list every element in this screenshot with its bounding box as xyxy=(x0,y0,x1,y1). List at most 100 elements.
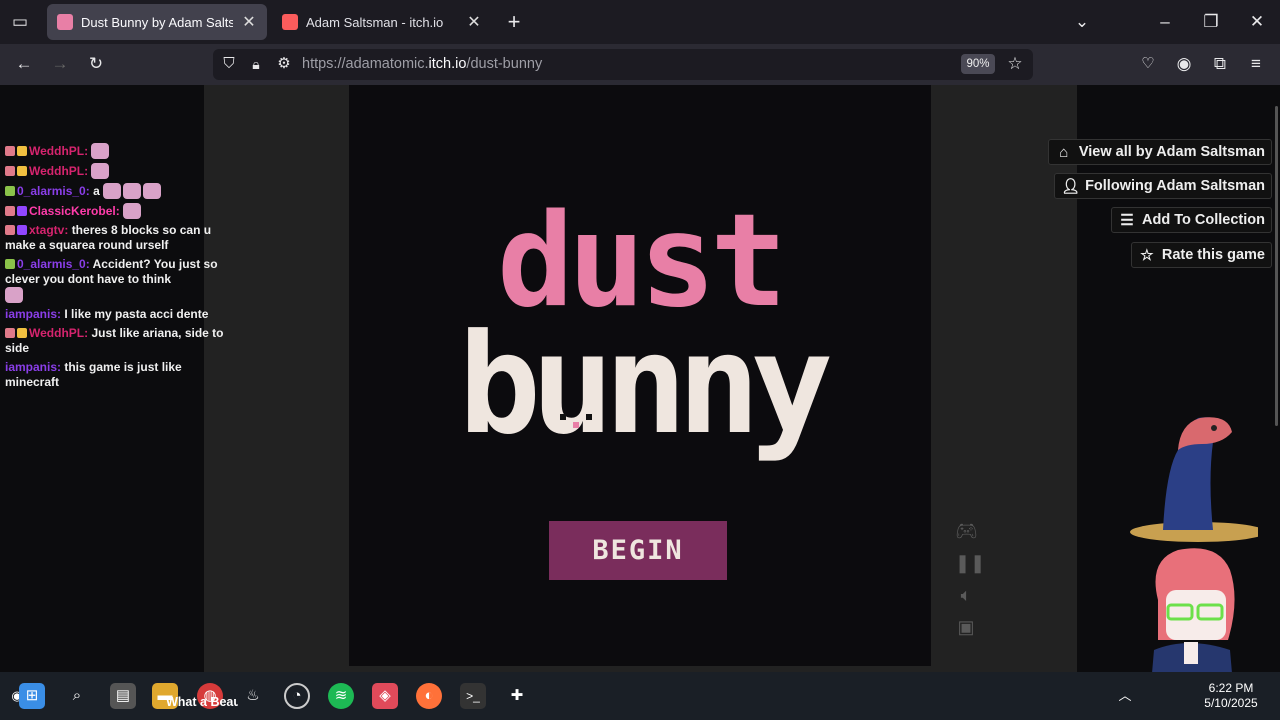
chat-message: 0_alarmis_0: a xyxy=(5,183,225,199)
close-window-icon[interactable]: ✕ xyxy=(1245,10,1269,34)
tray-chevron-up-icon[interactable]: ︿ xyxy=(1112,683,1138,709)
begin-button[interactable]: BEGIN xyxy=(549,521,727,580)
chat-username: 0_alarmis_0: xyxy=(17,257,90,271)
chat-message: WeddhPL: xyxy=(5,163,225,179)
obs-icon[interactable]: ◔ xyxy=(284,683,310,709)
back-icon[interactable]: ← xyxy=(12,52,36,76)
minimize-icon[interactable]: – xyxy=(1153,10,1177,34)
taskbar-window-label[interactable]: What a Beaut xyxy=(166,695,238,709)
start-icon[interactable]: ⊞ xyxy=(19,683,45,709)
chat-overlay: WeddhPL: WeddhPL: 0_alarmis_0: a Classic… xyxy=(5,143,225,394)
close-tab-icon[interactable]: ✕ xyxy=(466,12,482,32)
permissions-icon[interactable]: ⚙ xyxy=(272,52,296,76)
emote-icon xyxy=(5,287,23,303)
following-button[interactable]: 👤︎ Following Adam Saltsman xyxy=(1054,173,1272,199)
badge-icon xyxy=(17,146,27,156)
badge-icon xyxy=(5,225,15,235)
tab-title: Adam Saltsman - itch.io xyxy=(306,14,444,30)
game-title-bunny: bunny xyxy=(458,304,833,465)
url-text[interactable]: https://adamatomic.itch.io/dust-bunny xyxy=(302,56,542,72)
chat-username: ClassicKerobel: xyxy=(29,204,120,218)
chat-message: xtagtv: theres 8 blocks so can u make a … xyxy=(5,223,225,253)
emote-icon xyxy=(103,183,122,199)
add-to-collection-button[interactable]: ☰ Add To Collection xyxy=(1111,207,1272,233)
account-icon[interactable]: ◉ xyxy=(1172,52,1196,76)
chat-username: xtagtv: xyxy=(29,223,69,237)
chat-message: iampanis: this game is just like minecra… xyxy=(5,360,225,390)
url-prefix: https://adamatomic. xyxy=(302,56,429,72)
chat-message: WeddhPL: xyxy=(5,143,225,159)
rate-game-button[interactable]: ☆ Rate this game xyxy=(1130,242,1272,268)
slack-icon[interactable]: ✚ xyxy=(504,683,530,709)
emote-icon xyxy=(143,183,162,199)
tab-manager-icon[interactable]: ▭ xyxy=(8,10,32,34)
badge-icon xyxy=(17,225,27,235)
zoom-level[interactable]: 90% xyxy=(961,54,995,74)
chat-text: a xyxy=(93,184,100,198)
close-tab-icon[interactable]: ✕ xyxy=(241,12,257,32)
extensions-icon[interactable]: ⧉ xyxy=(1208,52,1232,76)
pocket-icon[interactable]: ♡ xyxy=(1136,52,1160,76)
terminal-icon[interactable]: >_ xyxy=(460,683,486,709)
dust-bunny-favicon-icon xyxy=(57,14,73,30)
badge-icon xyxy=(17,166,27,176)
tab-dust-bunny[interactable]: Dust Bunny by Adam Saltsman ✕ xyxy=(47,4,267,40)
clock-time: 6:22 PM xyxy=(1208,681,1254,695)
user-check-icon: 👤︎ xyxy=(1061,178,1081,195)
chat-username: iampanis: xyxy=(5,307,62,321)
badge-icon xyxy=(5,186,15,196)
shield-icon[interactable]: ⛉ xyxy=(217,52,241,76)
steam-icon[interactable]: ♨ xyxy=(240,683,266,709)
badge-icon xyxy=(5,146,15,156)
add-to-collection-label: Add To Collection xyxy=(1142,212,1265,228)
chat-username: 0_alarmis_0: xyxy=(17,184,90,198)
url-path: /dust-bunny xyxy=(466,56,543,72)
list-tabs-chevron-down-icon[interactable]: ⌄ xyxy=(1070,10,1094,34)
chat-text: I like my pasta acci dente xyxy=(64,307,209,321)
clock-date: 5/10/2025 xyxy=(1204,696,1258,710)
restore-icon[interactable]: ❐ xyxy=(1199,10,1223,34)
search-icon[interactable]: ⌕ xyxy=(64,683,90,709)
menu-icon[interactable]: ≡ xyxy=(1244,52,1268,76)
pause-icon[interactable]: ❚❚ xyxy=(955,552,985,574)
view-all-label: View all by Adam Saltsman xyxy=(1078,144,1265,160)
spotify-icon[interactable]: ≋ xyxy=(328,683,354,709)
task-view-icon[interactable]: ▤ xyxy=(110,683,136,709)
bookmark-star-icon[interactable]: ☆ xyxy=(1003,52,1027,76)
forward-icon[interactable]: → xyxy=(48,52,72,76)
chat-username: WeddhPL: xyxy=(29,144,89,158)
chat-message: ClassicKerobel: xyxy=(5,203,225,219)
chat-message: iampanis: I like my pasta acci dente xyxy=(5,307,225,322)
chat-username: iampanis: xyxy=(5,360,62,374)
view-all-button[interactable]: ⌂ View all by Adam Saltsman xyxy=(1047,139,1272,165)
tab-adam-saltsman[interactable]: Adam Saltsman - itch.io ✕ xyxy=(272,4,492,40)
bunny-face-icon xyxy=(560,414,592,428)
lock-icon[interactable]: 🔒︎ xyxy=(244,52,268,76)
chat-username: WeddhPL: xyxy=(29,164,89,178)
new-tab-icon[interactable]: + xyxy=(502,10,526,34)
emote-icon xyxy=(123,203,142,219)
emote-icon xyxy=(123,183,142,199)
chat-message: 0_alarmis_0: Accident? You just so cleve… xyxy=(5,257,225,303)
list-add-icon: ☰ xyxy=(1120,212,1134,229)
firefox-icon[interactable]: ◐ xyxy=(416,683,442,709)
clock[interactable]: 6:22 PM 5/10/2025 xyxy=(1200,681,1262,711)
chat-message: WeddhPL: Just like ariana, side to side xyxy=(5,326,225,356)
badge-icon xyxy=(5,166,15,176)
badge-icon xyxy=(5,259,15,269)
reload-icon[interactable]: ↻ xyxy=(84,52,108,76)
fullscreen-icon[interactable]: ▣ xyxy=(955,616,977,638)
rate-game-label: Rate this game xyxy=(1161,247,1265,263)
emote-icon xyxy=(91,143,110,159)
itch-app-icon[interactable]: ◈ xyxy=(372,683,398,709)
following-label: Following Adam Saltsman xyxy=(1085,178,1265,194)
emote-icon xyxy=(91,163,110,179)
itch-favicon-icon xyxy=(282,14,298,30)
tab-title: Dust Bunny by Adam Saltsman xyxy=(81,14,233,30)
page-scrollbar[interactable] xyxy=(1275,106,1278,426)
mute-icon[interactable]: 🔈︎ xyxy=(955,584,977,606)
badge-icon xyxy=(5,328,15,338)
url-domain: itch.io xyxy=(428,56,467,72)
gamepad-icon[interactable]: 🎮︎ xyxy=(955,520,978,542)
star-icon: ☆ xyxy=(1140,247,1154,264)
